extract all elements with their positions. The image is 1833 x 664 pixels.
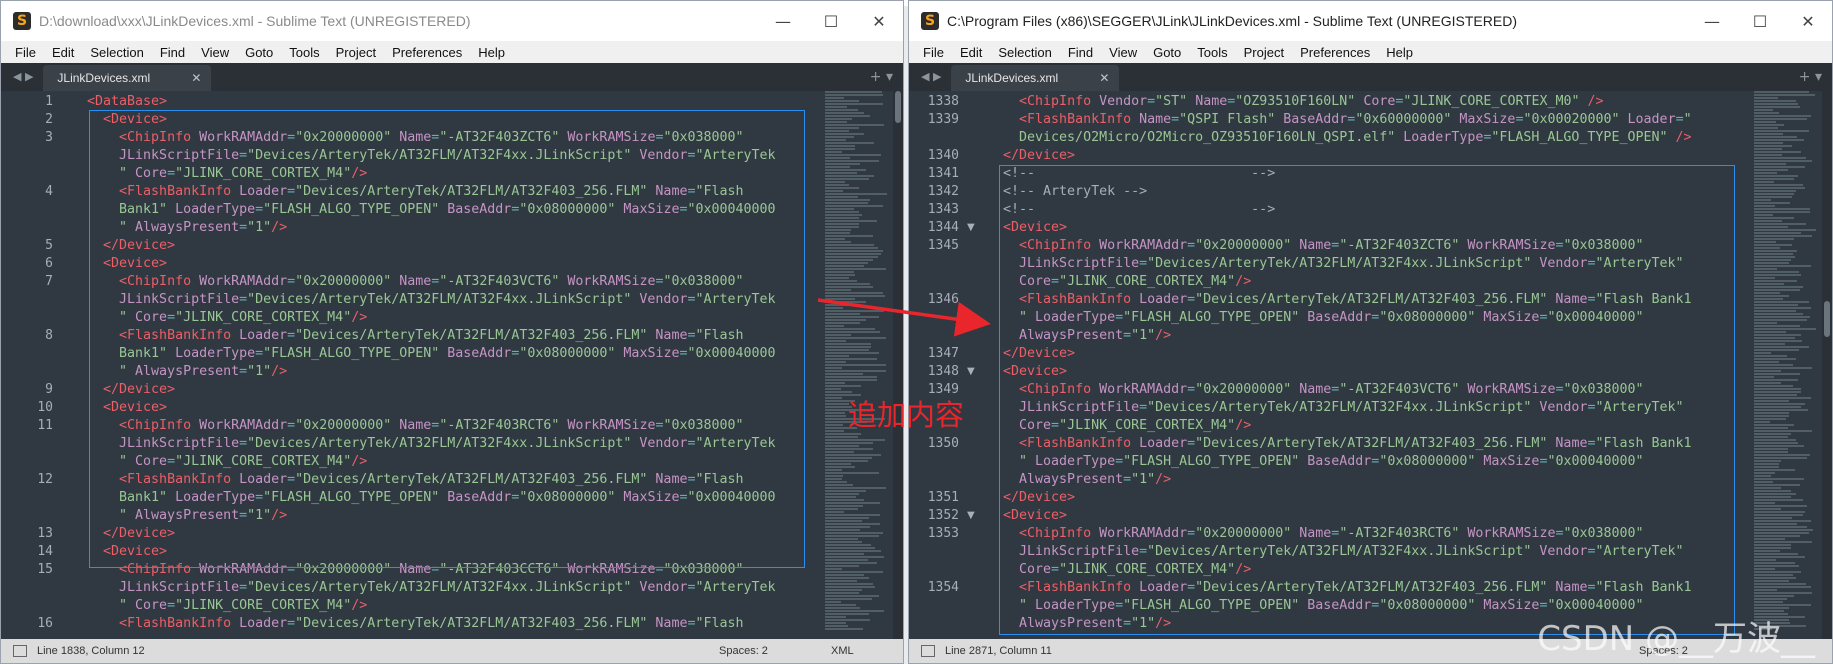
annotation-arrow-icon [817,298,991,337]
csdn-watermark: CSDN @__万波__ [1537,619,1815,659]
annotation-label: 追加内容 [848,398,965,432]
